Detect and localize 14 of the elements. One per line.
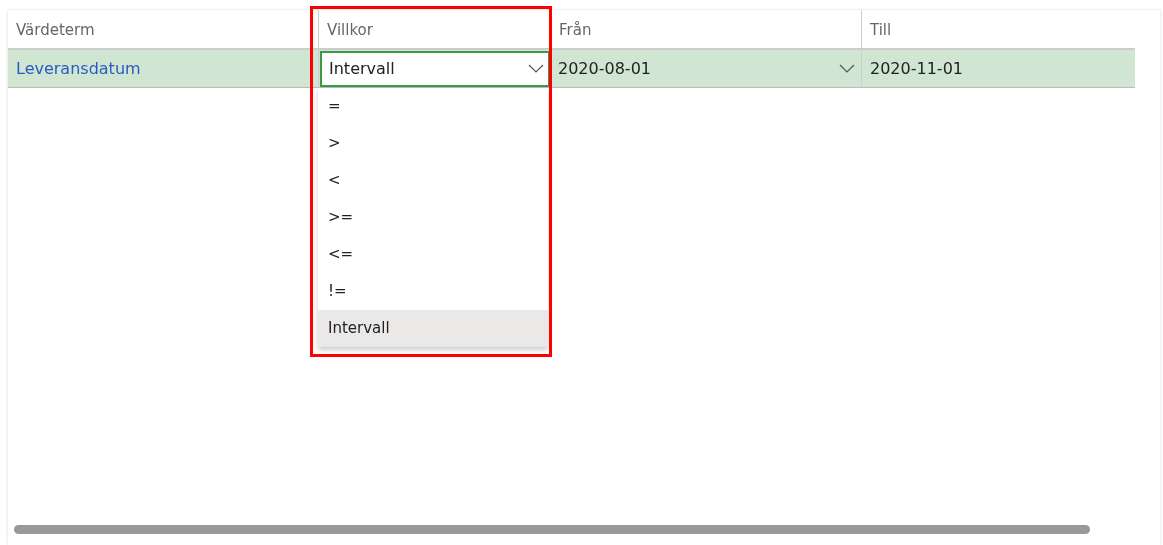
dropdown-field[interactable]: Intervall <box>320 50 550 87</box>
dropdown-option[interactable]: != <box>318 273 548 310</box>
dropdown-option[interactable]: = <box>318 88 548 125</box>
dropdown-option[interactable]: >= <box>318 199 548 236</box>
table-cell: 2020-11-01 <box>861 50 1135 88</box>
dropdown-option[interactable]: < <box>318 162 548 199</box>
chevron-down-icon <box>528 64 544 73</box>
dropdown-option[interactable]: Intervall <box>318 310 548 347</box>
dropdown-option[interactable]: > <box>318 125 548 162</box>
date-field[interactable]: 2020-08-01 <box>550 50 861 88</box>
dropdown-option[interactable]: <= <box>318 236 548 273</box>
chevron-down-icon <box>839 64 855 73</box>
table-cell[interactable]: Leveransdatum <box>8 50 318 88</box>
scrollbar-thumb[interactable] <box>14 525 1090 534</box>
